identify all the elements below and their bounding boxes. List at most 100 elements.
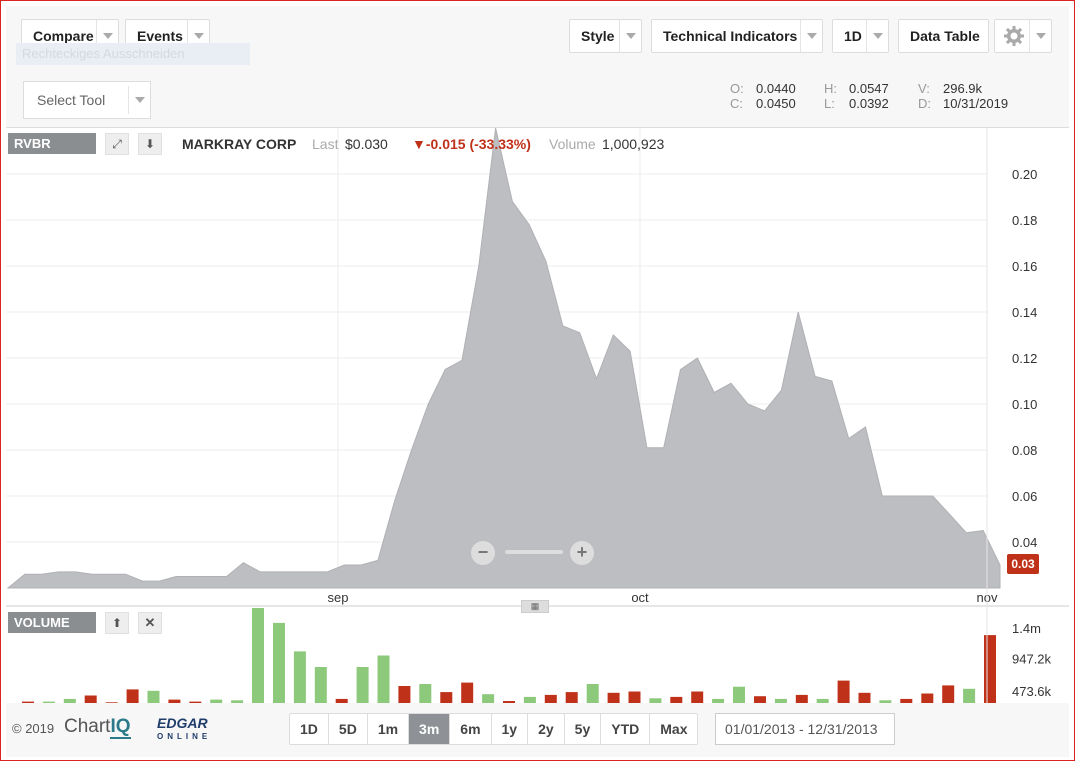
volume-bar — [837, 680, 850, 703]
settings-button[interactable] — [994, 19, 1052, 53]
range-3m[interactable]: 3m — [409, 714, 451, 744]
price-tick-label: 0.12 — [1012, 351, 1037, 366]
volume-bar — [607, 692, 620, 703]
volume-bar — [147, 690, 160, 703]
zoom-in-icon[interactable]: + — [570, 541, 594, 565]
range-2y[interactable]: 2y — [528, 714, 565, 744]
volume-panel-label: VOLUME — [8, 612, 96, 633]
volume-bar — [565, 692, 578, 703]
price-tick-label: 0.10 — [1012, 397, 1037, 412]
price-change: ▼-0.015 (-33.33%) — [412, 136, 531, 152]
volume-bar — [419, 684, 432, 703]
volume-bar — [482, 694, 495, 703]
chart-area[interactable]: 0.20 0.18 0.16 0.14 0.12 0.10 0.08 0.06 0.04 sep… — [6, 127, 1069, 704]
chartiq-logo-chart: Chart — [64, 716, 111, 737]
interval-button[interactable]: 1D — [832, 19, 889, 53]
ohlc-date-value: 10/31/2019 — [943, 96, 1009, 111]
ohlc-high-value: 0.0547 — [849, 81, 889, 96]
volume-bar — [984, 635, 996, 703]
date-tick-label: sep — [328, 590, 349, 605]
last-label: Last — [312, 136, 339, 152]
technical-indicators-label: Technical Indicators — [663, 28, 798, 44]
ghost-overlay-text: Rechteckiges Ausschneiden — [16, 43, 250, 65]
ohlc-low: L: — [824, 96, 835, 111]
volume-bar — [398, 686, 411, 703]
volume-bar — [628, 691, 641, 703]
volume-bar — [544, 694, 557, 703]
volume-bar — [586, 684, 599, 703]
range-max[interactable]: Max — [650, 714, 697, 744]
ohlc-volume-value: 296.9k — [943, 81, 983, 96]
toolbar: Compare Events Rechteckiges Ausschneiden… — [6, 6, 1069, 128]
zoom-out-icon[interactable]: − — [471, 541, 495, 565]
style-button[interactable]: Style — [569, 19, 642, 53]
arrow-down-icon[interactable]: ⬇ — [138, 133, 162, 155]
volume-bar — [84, 695, 97, 703]
ohlc-low-value: 0.0392 — [849, 96, 889, 111]
settings-dropdown-icon[interactable] — [1029, 20, 1051, 52]
date-tick-label: oct — [631, 590, 649, 605]
volume-bar — [377, 655, 390, 703]
expand-icon[interactable]: ⤢ — [105, 133, 129, 155]
price-tick-label: 0.18 — [1012, 213, 1037, 228]
copyright: © 2019 — [12, 721, 55, 736]
volume-bar — [252, 608, 264, 703]
data-table-button[interactable]: Data Table — [898, 19, 989, 53]
volume-bar — [126, 689, 139, 703]
current-price-tag: 0.03 — [1007, 554, 1039, 574]
company-name: MARKRAY CORP — [182, 136, 297, 152]
range-5d[interactable]: 5D — [329, 714, 368, 744]
date-axis: sep oct nov — [328, 590, 998, 605]
range-ytd[interactable]: YTD — [601, 714, 651, 744]
volume-bar — [733, 686, 745, 703]
range-6m[interactable]: 6m — [450, 714, 492, 744]
panel-resize-handle[interactable]: ▦ — [521, 600, 549, 613]
technical-indicators-button[interactable]: Technical Indicators — [651, 19, 823, 53]
select-tool-label: Select Tool — [37, 92, 106, 108]
ohlc-close-value: 0.0450 — [756, 96, 796, 111]
range-5y[interactable]: 5y — [565, 714, 602, 744]
chart-widget: Compare Events Rechteckiges Ausschneiden… — [0, 0, 1075, 761]
events-label: Events — [137, 28, 183, 44]
volume-axis: 1.4m 947.2k 473.6k — [1012, 621, 1052, 699]
select-tool-dropdown[interactable]: Select Tool — [23, 81, 151, 119]
volume-bar — [691, 691, 704, 703]
price-tick-label: 0.08 — [1012, 443, 1037, 458]
footer: © 2019 ChartIQ EDGAR ONLINE 1D 5D 1m 3m … — [6, 703, 1069, 757]
volume-bars — [22, 608, 996, 704]
chartiq-logo: ChartIQ — [64, 716, 131, 739]
volume-bar — [795, 694, 808, 703]
arrow-up-icon[interactable]: ⬆ — [105, 612, 129, 634]
volume-label: Volume — [549, 136, 596, 152]
select-tool-dropdown-icon[interactable] — [128, 86, 150, 114]
interval-dropdown-icon[interactable] — [866, 20, 888, 52]
volume-bar — [314, 667, 327, 703]
edgar-logo-online: ONLINE — [157, 732, 212, 741]
technical-indicators-dropdown-icon[interactable] — [800, 20, 822, 52]
style-dropdown-icon[interactable] — [619, 20, 641, 52]
chart-svg[interactable]: 0.20 0.18 0.16 0.14 0.12 0.10 0.08 0.06 0.04 sep… — [6, 127, 1069, 704]
price-tick-label: 0.14 — [1012, 305, 1037, 320]
volume-tick-label: 947.2k — [1012, 652, 1052, 667]
range-1y[interactable]: 1y — [492, 714, 529, 744]
price-tick-label: 0.04 — [1012, 535, 1037, 550]
close-icon[interactable]: ✕ — [138, 612, 162, 634]
ohlc-open: O: — [730, 81, 744, 96]
ohlc-close: C: — [730, 96, 743, 111]
volume-bar — [963, 688, 976, 704]
range-1m[interactable]: 1m — [368, 714, 410, 744]
price-tick-label: 0.16 — [1012, 259, 1037, 274]
volume-tick-label: 1.4m — [1012, 621, 1041, 636]
ohlc-open-value: 0.0440 — [756, 81, 796, 96]
gear-icon — [1004, 26, 1024, 46]
volume-tick-label: 473.6k — [1012, 684, 1052, 699]
volume-bar — [461, 682, 474, 703]
volume-bar — [754, 696, 766, 703]
date-range-input[interactable]: 01/01/2013 - 12/31/2013 — [715, 713, 895, 745]
range-1d[interactable]: 1D — [290, 714, 329, 744]
chartiq-logo-iq: IQ — [110, 716, 131, 739]
zoom-slider[interactable] — [505, 550, 563, 554]
price-tick-label: 0.20 — [1012, 167, 1037, 182]
edgar-logo-text: EDGAR — [157, 715, 208, 731]
data-table-label: Data Table — [910, 28, 980, 44]
